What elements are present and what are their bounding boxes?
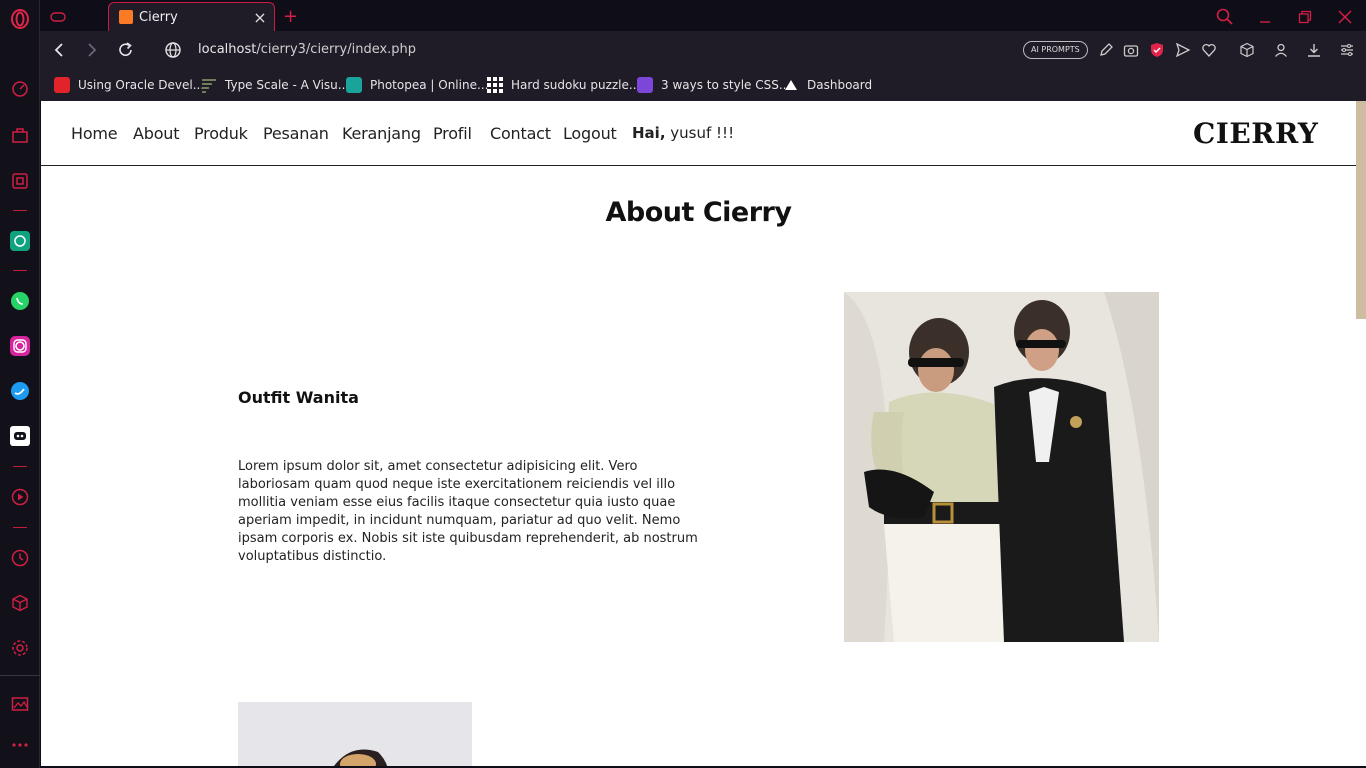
rocket-icon <box>637 77 653 93</box>
settings-icon[interactable] <box>9 637 31 659</box>
gx-tab-icon[interactable] <box>50 2 70 31</box>
minimize-icon[interactable] <box>1258 2 1272 31</box>
discord-icon[interactable] <box>9 425 31 447</box>
type-scale-icon <box>201 77 217 93</box>
bookmark-label: Type Scale - A Visu... <box>225 78 350 92</box>
section-title: Outfit Wanita <box>238 388 359 407</box>
opera-menu-icon[interactable] <box>9 8 31 30</box>
twitter-icon[interactable] <box>9 380 31 402</box>
aria-icon[interactable] <box>9 170 31 192</box>
gallery-icon[interactable] <box>9 693 31 715</box>
bookmark-label: Using Oracle Devel... <box>78 78 205 92</box>
adblock-shield-icon[interactable] <box>1149 42 1165 62</box>
nav-contact[interactable]: Contact <box>490 124 551 143</box>
bookmark-label: Hard sudoku puzzle... <box>511 78 641 92</box>
bookmark-css[interactable]: 3 ways to style CSS... <box>637 75 790 95</box>
sidebar-separator <box>13 270 27 271</box>
ai-prompts-button[interactable]: AI PROMPTS <box>1023 41 1088 59</box>
tab-bar: Cierry × + <box>40 0 1366 31</box>
tab-title: Cierry <box>139 9 178 25</box>
nav-profil[interactable]: Profil <box>433 124 472 143</box>
oracle-icon <box>54 77 70 93</box>
scrollbar-thumb[interactable] <box>1356 101 1366 319</box>
chatgpt-icon[interactable] <box>9 230 31 252</box>
sidebar-separator <box>13 527 27 528</box>
restore-icon[interactable] <box>1298 2 1312 31</box>
photopea-icon <box>346 77 362 93</box>
nav-logout[interactable]: Logout <box>563 124 617 143</box>
site-navbar: Home About Produk Pesanan Keranjang Prof… <box>41 101 1356 166</box>
nav-pesanan[interactable]: Pesanan <box>263 124 329 143</box>
site-info-icon[interactable] <box>164 41 182 63</box>
bookmark-type-scale[interactable]: Type Scale - A Visu... <box>201 75 349 95</box>
outfit-photo <box>844 292 1159 642</box>
address-bar: localhost/cierry3/cierry/index.php AI PR… <box>40 31 1366 69</box>
page-title: About Cierry <box>605 197 792 228</box>
nav-produk[interactable]: Produk <box>194 124 248 143</box>
speed-dial-icon[interactable] <box>9 78 31 100</box>
whatsapp-icon[interactable] <box>9 290 31 312</box>
nav-home[interactable]: Home <box>71 124 118 143</box>
bookmark-label: Photopea | Online... <box>370 78 489 92</box>
tab-close-icon[interactable]: × <box>250 8 270 27</box>
sidebar-separator <box>0 675 40 676</box>
page-scrollbar[interactable] <box>1356 101 1366 766</box>
url-path: /cierry3/cierry/index.php <box>256 42 417 57</box>
greeting-name: yusuf !!! <box>665 124 735 142</box>
bookmark-dashboard[interactable]: Dashboard <box>783 75 872 95</box>
player-icon[interactable] <box>9 486 31 508</box>
bookmark-label: 3 ways to style CSS... <box>661 78 791 92</box>
bookmark-photopea[interactable]: Photopea | Online... <box>346 75 488 95</box>
browser-sidebar <box>0 0 40 768</box>
download-icon[interactable] <box>1306 42 1322 62</box>
greeting-bold: Hai, <box>632 124 666 142</box>
bookmark-sudoku[interactable]: Hard sudoku puzzle... <box>487 75 640 95</box>
page-viewport: Home About Produk Pesanan Keranjang Prof… <box>41 101 1356 766</box>
sidebar-separator <box>13 210 27 211</box>
sudoku-icon <box>487 77 503 93</box>
bookmarks-bar: Using Oracle Devel... Type Scale - A Vis… <box>40 69 1366 101</box>
nav-keranjang[interactable]: Keranjang <box>342 124 421 143</box>
xampp-favicon-icon <box>119 10 133 24</box>
close-window-icon[interactable] <box>1338 2 1352 31</box>
send-icon[interactable] <box>1175 42 1191 62</box>
easy-setup-icon[interactable] <box>1339 42 1355 62</box>
cube-icon[interactable] <box>1239 42 1255 62</box>
model-photo <box>238 702 472 766</box>
profile-icon[interactable] <box>1273 42 1289 62</box>
new-tab-icon[interactable]: + <box>283 2 299 31</box>
camera-icon[interactable] <box>1123 42 1139 62</box>
bookmark-oracle[interactable]: Using Oracle Devel... <box>54 75 204 95</box>
more-icon[interactable] <box>9 734 31 756</box>
sidebar-separator <box>13 466 27 467</box>
tab-cierry[interactable]: Cierry × <box>108 2 275 31</box>
shopping-icon[interactable] <box>9 124 31 146</box>
extensions-icon[interactable] <box>9 592 31 614</box>
forward-icon[interactable] <box>85 42 99 62</box>
reload-icon[interactable] <box>117 41 135 63</box>
history-icon[interactable] <box>9 547 31 569</box>
heart-icon[interactable] <box>1201 42 1217 62</box>
instagram-icon[interactable] <box>9 335 31 357</box>
triangle-icon <box>783 77 799 93</box>
section-body: Lorem ipsum dolor sit, amet consectetur … <box>238 459 698 564</box>
edit-icon[interactable] <box>1098 42 1114 62</box>
url-host: localhost <box>198 42 257 57</box>
user-greeting: Hai, yusuf !!! <box>632 124 734 142</box>
nav-about[interactable]: About <box>133 124 180 143</box>
bookmark-label: Dashboard <box>807 78 873 92</box>
search-tabs-icon[interactable] <box>1216 2 1234 31</box>
url-field[interactable]: localhost/cierry3/cierry/index.php <box>198 42 416 57</box>
site-logo[interactable]: CIERRY <box>1193 117 1318 150</box>
back-icon[interactable] <box>52 42 66 62</box>
